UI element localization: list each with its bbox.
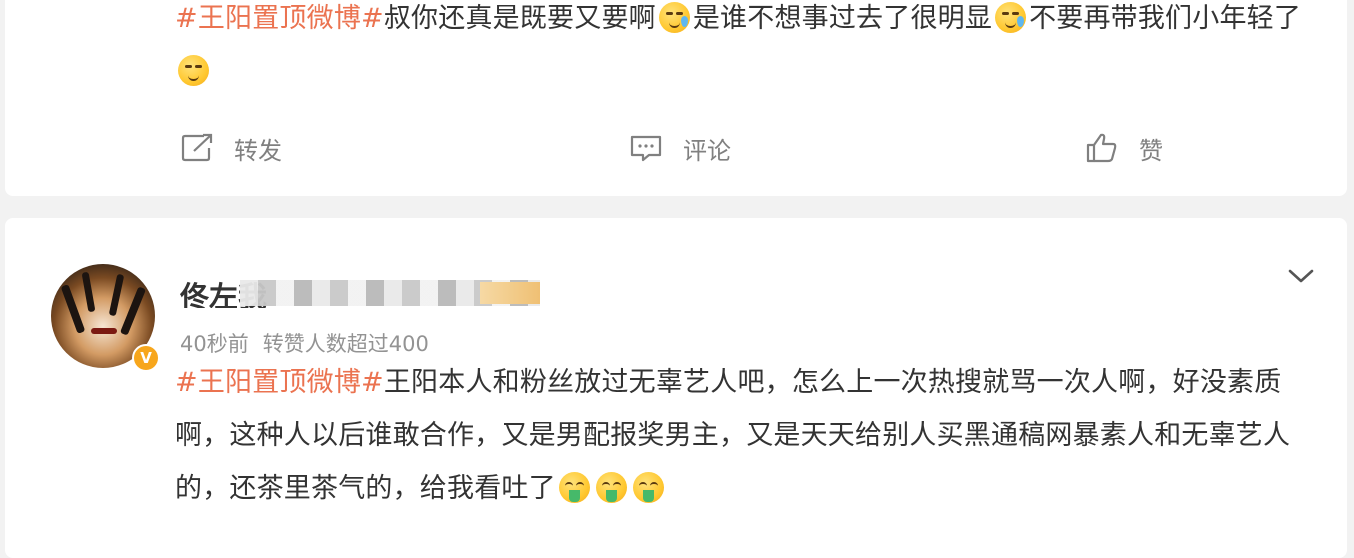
comment-text: #王阳置顶微博#王阳本人和粉丝放过无辜艺人吧，怎么上一次热搜就骂一次人啊，好没素… — [175, 356, 1325, 515]
verified-badge: V — [132, 344, 160, 372]
sweat-emoji-icon — [658, 2, 690, 33]
comment-icon — [630, 135, 662, 162]
post-text-part1: 叔你还真是既要又要啊 — [383, 3, 656, 34]
thumbs-up-icon — [1086, 133, 1117, 163]
username[interactable]: 佟左我 — [180, 274, 540, 308]
hashtag-link[interactable]: #王阳置顶微博# — [175, 367, 384, 398]
comment-meta: 40秒前 转赞人数超过400 — [180, 328, 429, 358]
hashtag-link[interactable]: #王阳置顶微博# — [175, 3, 384, 34]
post-text-part2: 是谁不想事过去了很明显 — [692, 3, 993, 34]
smile-emoji-icon — [178, 55, 209, 86]
like-button[interactable]: 赞 — [1085, 128, 1163, 168]
sweat-emoji-icon — [995, 2, 1027, 33]
repost-icon — [181, 133, 213, 162]
comment-label: 评论 — [683, 136, 731, 165]
vomit-emoji-icon — [632, 472, 664, 503]
post-text-top: #王阳置顶微博#叔你还真是既要又要啊 是谁不想事过去了很明显 不要再带我们小年轻了 — [175, 0, 1325, 98]
vomit-emoji-icon — [595, 472, 627, 503]
username-mosaic-gold — [480, 282, 540, 304]
repost-label: 转发 — [234, 136, 282, 165]
post-actions-bar: 转发 评论 赞 — [5, 128, 1347, 168]
repost-like-stats: 转赞人数超过400 — [262, 332, 429, 356]
timestamp: 40秒前 — [180, 332, 249, 356]
repost-button[interactable]: 转发 — [180, 128, 282, 168]
chevron-down-icon[interactable] — [1285, 260, 1317, 292]
post-text-part3: 不要再带我们小年轻了 — [1029, 3, 1302, 34]
comment-card: V 佟左我 40秒前 转赞人数超过400 #王阳置顶微博#王阳本人和粉丝放过无辜艺… — [5, 218, 1347, 558]
like-label: 赞 — [1139, 136, 1163, 165]
post-card-top: #王阳置顶微博#叔你还真是既要又要啊 是谁不想事过去了很明显 不要再带我们小年轻了 … — [5, 0, 1347, 196]
comment-button[interactable]: 评论 — [629, 128, 731, 168]
vomit-emoji-icon — [558, 472, 590, 503]
